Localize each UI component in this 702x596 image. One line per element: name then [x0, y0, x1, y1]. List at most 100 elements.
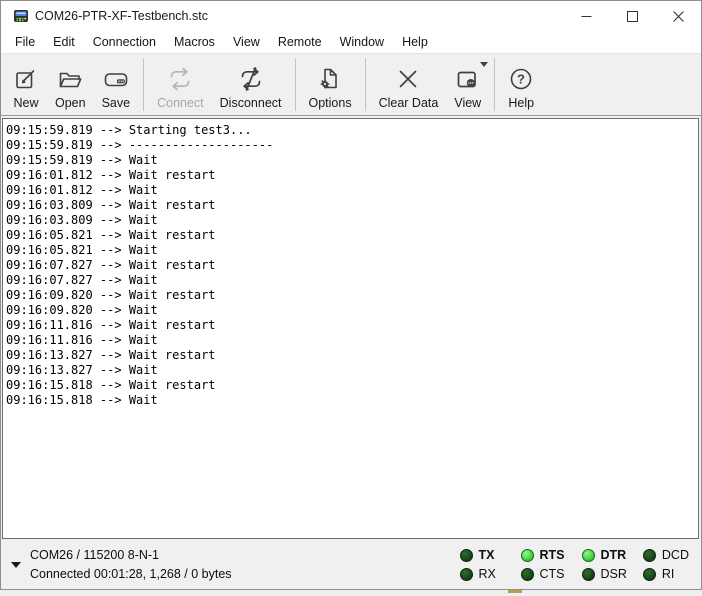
log-line: 09:16:01.812 --> Wait — [6, 183, 698, 198]
toolbar-separator — [295, 58, 296, 111]
led-label: CTS — [540, 567, 566, 581]
new-button[interactable]: New — [5, 54, 47, 115]
screen: COM26-PTR-XF-Testbench.stc File Edit Con… — [0, 0, 702, 596]
toolbar-separator — [143, 58, 144, 111]
toolbar-button-label: Open — [55, 96, 86, 110]
app-icon — [13, 8, 29, 24]
led-dtr: DTR — [582, 548, 627, 562]
led-label: RTS — [540, 548, 566, 562]
log-area[interactable]: 09:15:59.819 --> Starting test3...09:15:… — [2, 118, 699, 539]
window-title: COM26-PTR-XF-Testbench.stc — [35, 9, 208, 23]
menu-help[interactable]: Help — [393, 33, 437, 51]
toolbar-button-label: Options — [309, 96, 352, 110]
led-dcd: DCD — [643, 548, 689, 562]
save-button[interactable]: Save — [94, 54, 139, 115]
toolbar-button-label: Connect — [157, 96, 204, 110]
disconnect-arrows-icon — [237, 64, 265, 94]
led-dot-ri — [643, 568, 656, 581]
led-label: DSR — [601, 567, 627, 581]
led-dot-dcd — [643, 549, 656, 562]
led-dot-dsr — [582, 568, 595, 581]
log-line: 09:16:03.809 --> Wait — [6, 213, 698, 228]
toolbar-button-label: Help — [508, 96, 534, 110]
options-gear-icon — [317, 64, 343, 94]
toolbar: New Open — [1, 54, 701, 116]
status-connection-info: Connected 00:01:28, 1,268 / 0 bytes — [30, 565, 232, 584]
toolbar-separator — [365, 58, 366, 111]
minimize-button[interactable] — [563, 1, 609, 31]
status-left: COM26 / 115200 8-N-1 Connected 00:01:28,… — [7, 546, 232, 584]
connect-arrows-icon — [166, 64, 194, 94]
view-window-icon — [455, 64, 481, 94]
log-line: 09:16:09.820 --> Wait — [6, 303, 698, 318]
save-drive-icon — [102, 64, 130, 94]
toolbar-button-label: Clear Data — [379, 96, 439, 110]
led-ri: RI — [643, 567, 689, 581]
led-rx: RX — [460, 567, 505, 581]
led-label: RX — [479, 567, 505, 581]
toolbar-button-label: View — [454, 96, 481, 110]
disconnect-button[interactable]: Disconnect — [212, 54, 290, 115]
toolbar-button-label: New — [13, 96, 38, 110]
open-button[interactable]: Open — [47, 54, 94, 115]
log-line: 09:16:15.818 --> Wait — [6, 393, 698, 408]
log-line: 09:16:07.827 --> Wait — [6, 273, 698, 288]
toolbar-button-label: Save — [102, 96, 131, 110]
led-dot-cts — [521, 568, 534, 581]
menu-bar: File Edit Connection Macros View Remote … — [1, 31, 701, 54]
desktop-strip — [0, 590, 702, 596]
log-line: 09:16:11.816 --> Wait restart — [6, 318, 698, 333]
port-dropdown-icon[interactable] — [11, 562, 21, 568]
log-line: 09:16:09.820 --> Wait restart — [6, 288, 698, 303]
clear-data-button[interactable]: Clear Data — [371, 54, 447, 115]
log-line: 09:15:59.819 --> Wait — [6, 153, 698, 168]
log-line: 09:16:05.821 --> Wait — [6, 243, 698, 258]
window-controls — [563, 1, 701, 31]
led-dot-rx — [460, 568, 473, 581]
log-line: 09:16:11.816 --> Wait — [6, 333, 698, 348]
view-dropdown-icon — [480, 62, 488, 67]
toolbar-separator — [494, 58, 495, 111]
log-line: 09:16:15.818 --> Wait restart — [6, 378, 698, 393]
close-icon — [673, 11, 684, 22]
led-label: DCD — [662, 548, 689, 562]
led-label: DTR — [601, 548, 627, 562]
led-rts: RTS — [521, 548, 566, 562]
view-button[interactable]: View — [446, 54, 489, 115]
menu-view[interactable]: View — [224, 33, 269, 51]
svg-text:?: ? — [517, 72, 525, 87]
menu-window[interactable]: Window — [331, 33, 393, 51]
menu-remote[interactable]: Remote — [269, 33, 331, 51]
led-label: RI — [662, 567, 688, 581]
menu-edit[interactable]: Edit — [44, 33, 84, 51]
options-button[interactable]: Options — [301, 54, 360, 115]
log-line: 09:16:03.809 --> Wait restart — [6, 198, 698, 213]
log-line: 09:15:59.819 --> Starting test3... — [6, 123, 698, 138]
menu-macros[interactable]: Macros — [165, 33, 224, 51]
title-bar: COM26-PTR-XF-Testbench.stc — [1, 1, 701, 31]
maximize-button[interactable] — [609, 1, 655, 31]
led-dsr: DSR — [582, 567, 627, 581]
minimize-icon — [581, 11, 592, 22]
menu-file[interactable]: File — [6, 33, 44, 51]
log-line: 09:16:13.827 --> Wait restart — [6, 348, 698, 363]
log-line: 09:16:13.827 --> Wait — [6, 363, 698, 378]
led-dot-rts — [521, 549, 534, 562]
app-window: COM26-PTR-XF-Testbench.stc File Edit Con… — [0, 0, 702, 590]
connect-button[interactable]: Connect — [149, 54, 212, 115]
help-button[interactable]: ? Help — [500, 54, 542, 115]
clear-x-icon — [395, 64, 421, 94]
menu-connection[interactable]: Connection — [84, 33, 165, 51]
new-document-icon — [13, 64, 39, 94]
led-cts: CTS — [521, 567, 566, 581]
status-text: COM26 / 115200 8-N-1 Connected 00:01:28,… — [30, 546, 232, 584]
led-dot-dtr — [582, 549, 595, 562]
help-question-icon: ? — [508, 64, 534, 94]
log-line: 09:15:59.819 --> -------------------- — [6, 138, 698, 153]
log-line: 09:16:07.827 --> Wait restart — [6, 258, 698, 273]
close-button[interactable] — [655, 1, 701, 31]
status-bar: COM26 / 115200 8-N-1 Connected 00:01:28,… — [1, 540, 701, 589]
status-port-info: COM26 / 115200 8-N-1 — [30, 546, 232, 565]
taskbar-peek — [508, 590, 522, 593]
log-line: 09:16:01.812 --> Wait restart — [6, 168, 698, 183]
